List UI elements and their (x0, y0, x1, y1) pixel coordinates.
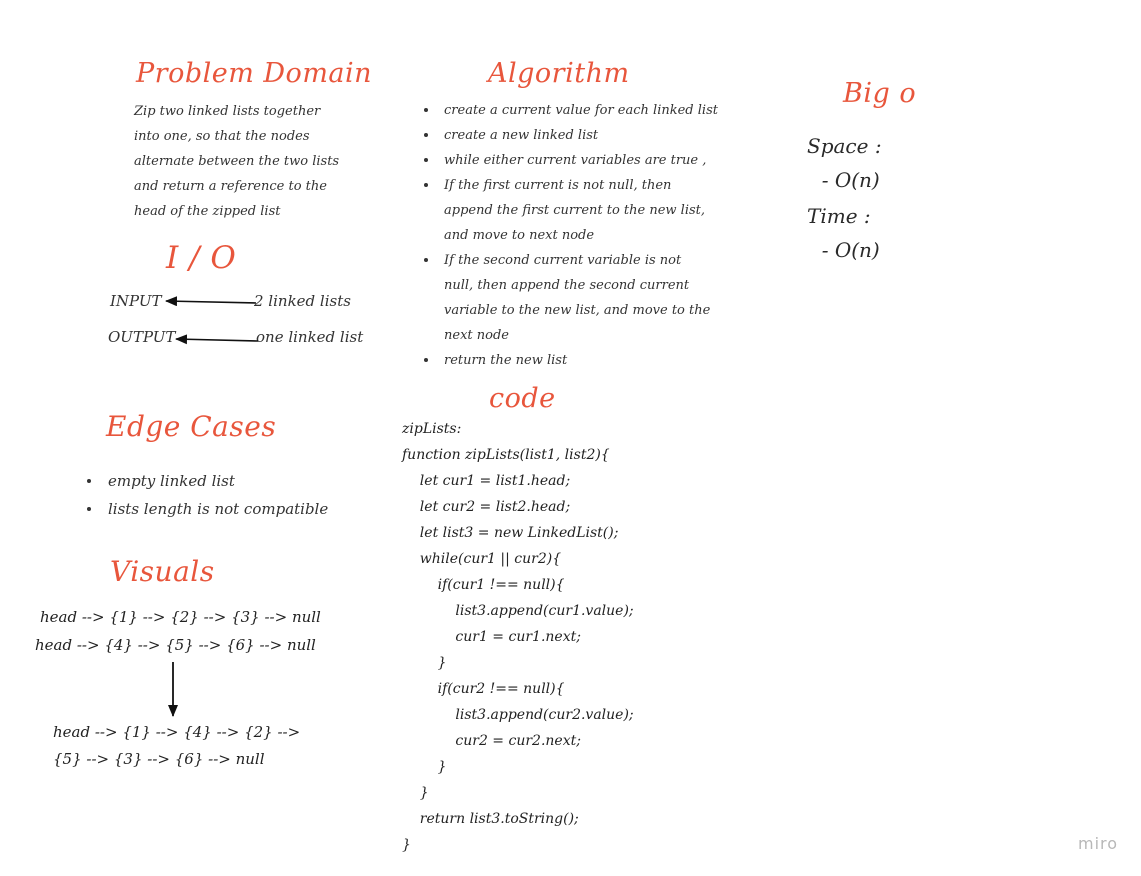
output-arrow (175, 334, 259, 345)
miro-watermark: miro (1078, 834, 1119, 853)
connector-arrows (165, 296, 259, 717)
input-arrow (165, 296, 257, 307)
